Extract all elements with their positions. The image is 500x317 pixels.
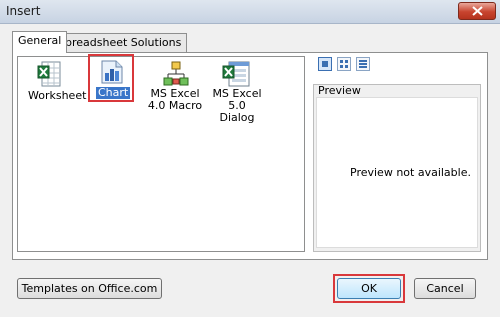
list-item-dialog[interactable]: MS Excel 5.0 Dialog: [209, 60, 265, 124]
macro-label: MS Excel 4.0 Macro: [147, 87, 203, 112]
list-view-button[interactable]: [337, 57, 351, 71]
list-view-icon: [340, 60, 348, 68]
close-icon: [471, 6, 483, 16]
insert-dialog: Insert General Spreadsheet Solutions Wor…: [0, 0, 500, 317]
templates-on-office-button[interactable]: Templates on Office.com: [17, 278, 162, 299]
list-item-worksheet[interactable]: Worksheet: [28, 60, 86, 102]
large-icons-view-button[interactable]: [318, 57, 332, 71]
preview-message: Preview not available.: [350, 166, 471, 179]
window-title: Insert: [6, 4, 41, 18]
large-icons-icon: [322, 61, 328, 67]
details-view-button[interactable]: [356, 57, 370, 71]
cancel-label: Cancel: [426, 282, 464, 295]
chart-icon: [100, 59, 124, 88]
ok-label: OK: [361, 282, 377, 295]
ok-button[interactable]: OK: [337, 278, 401, 299]
dialog-label: MS Excel 5.0 Dialog: [212, 87, 262, 124]
chart-label: Chart: [96, 86, 131, 99]
worksheet-label: Worksheet: [28, 89, 87, 102]
close-button[interactable]: [458, 2, 496, 20]
list-item-macro[interactable]: MS Excel 4.0 Macro: [145, 60, 205, 112]
tab-general-label: General: [18, 34, 62, 47]
tab-spreadsheet-solutions-label: Spreadsheet Solutions: [58, 36, 182, 49]
tab-general[interactable]: General: [12, 31, 68, 53]
cancel-button[interactable]: Cancel: [414, 278, 476, 299]
worksheet-icon: [36, 60, 64, 91]
title-bar: Insert: [0, 0, 500, 24]
preview-label: Preview: [318, 84, 361, 97]
templates-on-office-label: Templates on Office.com: [21, 282, 158, 295]
list-item-chart[interactable]: Chart: [88, 54, 134, 102]
details-view-icon: [359, 60, 367, 68]
tab-spreadsheet-solutions[interactable]: Spreadsheet Solutions: [52, 33, 188, 52]
